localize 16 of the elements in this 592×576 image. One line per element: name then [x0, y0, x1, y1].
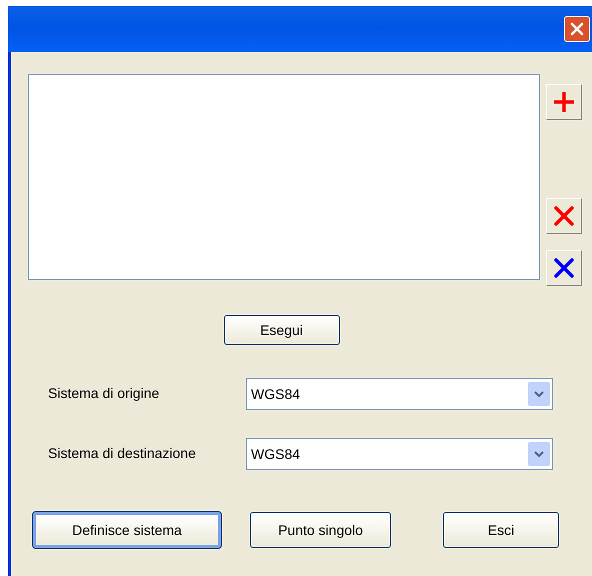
cross-icon [553, 257, 575, 279]
close-button[interactable] [564, 16, 590, 42]
delete-button[interactable] [546, 198, 582, 234]
dropdown[interactable]: WGS84 [246, 378, 553, 410]
run-button[interactable]: Esegui [224, 315, 340, 345]
dropdown[interactable]: WGS84 [246, 438, 553, 470]
cross-icon [553, 205, 575, 227]
dialog-button[interactable]: Definisce sistema [33, 512, 221, 548]
close-icon [569, 21, 585, 37]
dialog-button[interactable]: Esci [443, 512, 559, 548]
field-label: Sistema di destinazione [48, 444, 197, 463]
field-label: Sistema di origine [48, 384, 160, 403]
add-button[interactable] [546, 84, 582, 120]
dialog-button[interactable]: Punto singolo [250, 512, 391, 548]
plus-icon [552, 90, 576, 114]
clear-button[interactable] [546, 250, 582, 286]
